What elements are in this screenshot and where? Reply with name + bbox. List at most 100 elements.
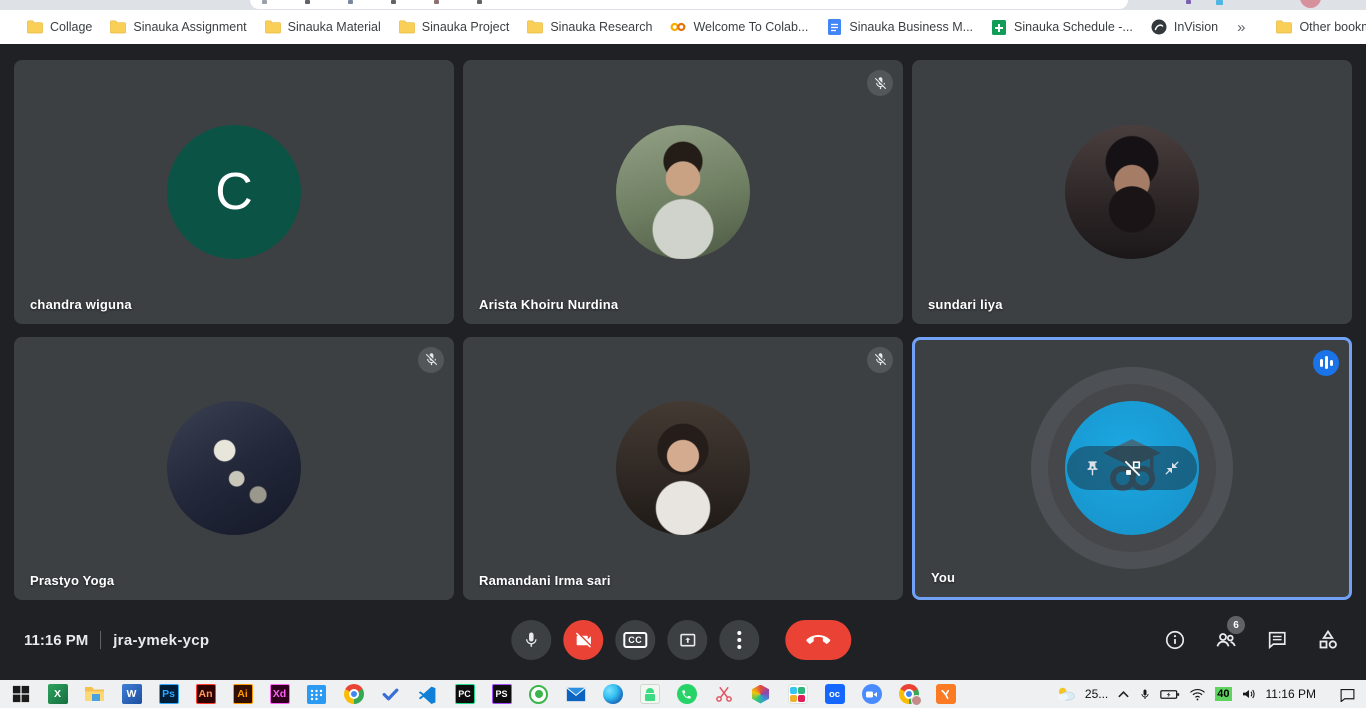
other-bookmarks-label: Other bookmarks: [1299, 20, 1366, 34]
mic-icon: [522, 631, 540, 649]
participant-tile-sundari[interactable]: sundari liya: [912, 60, 1352, 324]
taskbar-todo[interactable]: [372, 680, 409, 708]
taskbar-snipping[interactable]: [705, 680, 742, 708]
participant-tile-ramandani[interactable]: Ramandani Irma sari: [463, 337, 903, 601]
bookmark-sinauka-assignment[interactable]: Sinauka Assignment: [101, 15, 255, 39]
pin-tile-button[interactable]: [1077, 453, 1107, 483]
participant-name: chandra wiguna: [30, 297, 132, 312]
chat-button[interactable]: [1265, 628, 1289, 652]
minimize-tile-button[interactable]: [1157, 453, 1187, 483]
captions-button[interactable]: CC: [615, 620, 655, 660]
activities-button[interactable]: [1316, 628, 1340, 652]
taskbar-whatsapp[interactable]: [668, 680, 705, 708]
meet-control-bar: 11:16 PM jra-ymek-ycp CC: [0, 600, 1366, 680]
folder-icon: [1276, 19, 1292, 35]
bookmark-label: InVision: [1174, 20, 1218, 34]
taskbar-pycharm[interactable]: PC: [446, 680, 483, 708]
bookmark-invision[interactable]: InVision: [1142, 15, 1227, 39]
taskbar-phpstorm[interactable]: PS: [483, 680, 520, 708]
bookmark-welcome-to-colab[interactable]: Welcome To Colab...: [661, 15, 817, 39]
taskbar-mail[interactable]: [557, 680, 594, 708]
weather-temp[interactable]: 25...: [1085, 687, 1108, 701]
tray-chevron-up-icon[interactable]: [1117, 689, 1130, 699]
mic-button[interactable]: [511, 620, 551, 660]
phpstorm-icon: PS: [492, 684, 512, 704]
meeting-code: jra-ymek-ycp: [113, 632, 209, 649]
weather-icon[interactable]: [1056, 686, 1076, 702]
folder-icon: [399, 19, 415, 35]
browser-profile-avatar-partial[interactable]: [1300, 0, 1321, 8]
tray-mic-icon[interactable]: [1139, 687, 1151, 702]
taskbar-word[interactable]: W: [113, 680, 150, 708]
taskbar-green-app[interactable]: [520, 680, 557, 708]
mic-muted-icon: [867, 70, 893, 96]
present-screen-icon: [678, 631, 697, 650]
chrome-icon: [344, 684, 364, 704]
taskbar-vscode[interactable]: [409, 680, 446, 708]
battery-percent-overlay[interactable]: 40: [1215, 687, 1231, 701]
call-controls: CC: [511, 620, 851, 660]
bookmark-sinauka-schedule[interactable]: Sinauka Schedule -...: [982, 15, 1142, 39]
other-bookmarks[interactable]: Other bookmarks: [1267, 15, 1366, 39]
taskbar-excel[interactable]: X: [39, 680, 76, 708]
taskbar-oc-app[interactable]: oc: [816, 680, 853, 708]
taskbar-animate[interactable]: An: [187, 680, 224, 708]
taskbar-chrome[interactable]: [335, 680, 372, 708]
taskbar-color-cube[interactable]: [742, 680, 779, 708]
tray-battery-icon[interactable]: [1160, 688, 1180, 701]
participant-tile-chandra[interactable]: C chandra wiguna: [14, 60, 454, 324]
taskbar-file-explorer[interactable]: [76, 680, 113, 708]
taskbar-calendar[interactable]: [298, 680, 335, 708]
taskbar-chrome-profile[interactable]: [890, 680, 927, 708]
tray-volume-icon[interactable]: [1241, 687, 1257, 701]
tray-clock[interactable]: 11:16 PM: [1266, 687, 1316, 701]
omnibox-partial[interactable]: [250, 0, 1128, 9]
bookmarks-overflow-chevron[interactable]: »: [1227, 19, 1255, 36]
mail-icon: [566, 686, 586, 703]
adobe-xd-icon: Xd: [270, 684, 290, 704]
meeting-details-button[interactable]: [1163, 628, 1187, 652]
videocam-off-icon: [574, 631, 593, 650]
whatsapp-icon: [677, 684, 697, 704]
taskbar-slack[interactable]: [779, 680, 816, 708]
participant-name: Prastyo Yoga: [30, 573, 114, 588]
bookmark-sinauka-business[interactable]: Sinauka Business M...: [817, 15, 982, 39]
participant-avatar: [616, 401, 750, 535]
bookmark-label: Collage: [50, 20, 92, 34]
bookmark-sinauka-research[interactable]: Sinauka Research: [518, 15, 661, 39]
taskbar-photoshop[interactable]: Ps: [150, 680, 187, 708]
taskbar-adobe-xd[interactable]: Xd: [261, 680, 298, 708]
taskbar-xampp[interactable]: [927, 680, 964, 708]
bookmark-sinauka-material[interactable]: Sinauka Material: [256, 15, 390, 39]
meeting-details[interactable]: 11:16 PM jra-ymek-ycp: [24, 600, 209, 680]
present-button[interactable]: [667, 620, 707, 660]
leave-call-button[interactable]: [785, 620, 851, 660]
camera-off-button[interactable]: [563, 620, 603, 660]
bookmark-label: Sinauka Project: [422, 20, 510, 34]
taskbar-edge[interactable]: [594, 680, 631, 708]
taskbar-zoom[interactable]: [853, 680, 890, 708]
participant-name: Ramandani Irma sari: [479, 573, 611, 588]
participant-tile-prastyo[interactable]: Prastyo Yoga: [14, 337, 454, 601]
extension-icon-partial[interactable]: [1216, 0, 1223, 5]
more-options-button[interactable]: [719, 620, 759, 660]
participant-tile-arista[interactable]: Arista Khoiru Nurdina: [463, 60, 903, 324]
taskbar-illustrator[interactable]: Ai: [224, 680, 261, 708]
bookmark-label: Sinauka Business M...: [849, 20, 973, 34]
participant-tile-you[interactable]: You: [912, 337, 1352, 601]
remove-selfview-button[interactable]: [1117, 453, 1147, 483]
omnibox-content-dot: [262, 0, 267, 4]
extension-icon-partial[interactable]: [1186, 0, 1191, 4]
bookmark-sinauka-project[interactable]: Sinauka Project: [390, 15, 519, 39]
bookmark-collage[interactable]: Collage: [18, 15, 101, 39]
start-button[interactable]: [2, 680, 39, 708]
action-center-icon[interactable]: [1339, 687, 1356, 702]
taskbar-android-emulator[interactable]: [631, 680, 668, 708]
avatar-initial-letter: C: [215, 162, 253, 222]
browser-toolbar-partial: [0, 0, 1366, 10]
tray-wifi-icon[interactable]: [1189, 688, 1206, 701]
bookmark-label: Sinauka Material: [288, 20, 381, 34]
participants-button[interactable]: 6: [1214, 628, 1238, 652]
folder-icon: [27, 19, 43, 35]
info-icon: [1164, 629, 1186, 651]
